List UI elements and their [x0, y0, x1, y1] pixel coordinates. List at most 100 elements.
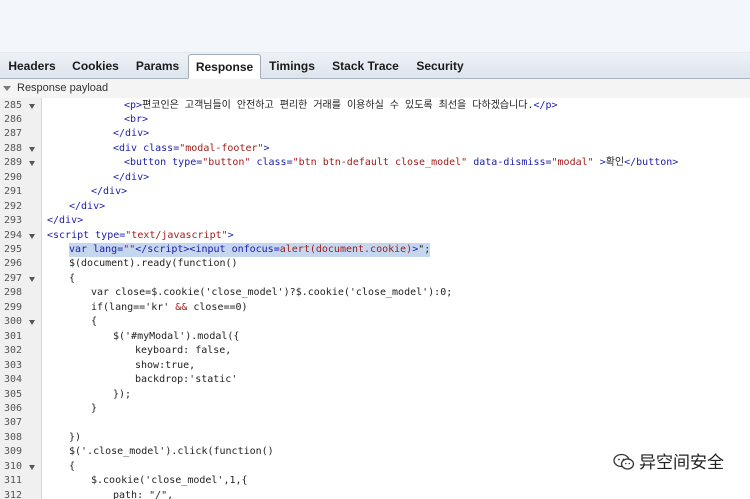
line-number: 306 [3, 402, 22, 414]
code-text: $.cookie('close_model',1,{ [91, 475, 248, 487]
code-line: 307 [0, 416, 750, 431]
code-text: var lang=""</script><input onfocus=alert… [69, 243, 431, 257]
code-line: 295 var lang=""</script><input onfocus=al… [0, 243, 750, 258]
code-line: 286 <br> [0, 113, 750, 128]
response-payload-header[interactable]: Response payload [0, 79, 750, 99]
code-line: 299 if(lang=='kr' && close==0) [0, 301, 750, 316]
code-line: 312 path: "/", [0, 489, 750, 499]
code-line: 311 $.cookie('close_model',1,{ [0, 474, 750, 489]
code-line: 304 backdrop:'static' [0, 373, 750, 388]
code-text: <br> [124, 113, 149, 125]
code-text: if(lang=='kr' && close==0) [91, 301, 248, 313]
line-number: 289 [3, 157, 22, 169]
code-text: $('.close_model').click(function() [69, 446, 274, 458]
line-number: 300 [3, 316, 22, 328]
line-number: 310 [3, 460, 22, 472]
code-line: 290 </div> [0, 171, 750, 186]
code-text: <script type="text/javascript"> [47, 229, 234, 241]
line-number: 311 [3, 475, 22, 487]
fold-toggle-icon[interactable] [29, 320, 35, 326]
code-line: 291 </div> [0, 185, 750, 200]
code-text: { [91, 316, 98, 328]
tab-security[interactable]: Security [408, 53, 472, 78]
fold-toggle-icon[interactable] [29, 103, 35, 109]
line-number: 296 [3, 258, 22, 270]
line-number: 299 [3, 301, 22, 313]
line-number: 295 [3, 244, 22, 255]
code-line: 298 var close=$.cookie('close_model')?$.c… [0, 286, 750, 301]
code-line: 288 <div class="modal-footer"> [0, 142, 750, 157]
response-payload-label: Response payload [17, 82, 109, 94]
tab-headers[interactable]: Headers [0, 53, 64, 78]
line-number: 305 [3, 388, 22, 400]
code-text: var close=$.cookie('close_model')?$.cook… [91, 287, 453, 299]
code-text: $('#myModal').modal({ [113, 330, 240, 342]
code-text: </div> [113, 128, 150, 140]
code-text: </div> [47, 215, 84, 227]
collapse-arrow-icon[interactable] [3, 86, 11, 91]
code-text: keyboard: false, [135, 345, 232, 357]
code-text: </div> [113, 171, 150, 183]
code-text: <button type="button" class="btn btn-def… [124, 157, 679, 169]
tab-response[interactable]: Response [188, 54, 261, 79]
code-text: </div> [91, 186, 128, 198]
code-line: 296 $(document).ready(function() [0, 257, 750, 272]
watermark: 异空间安全 [609, 446, 728, 475]
code-line: 305}); [0, 388, 750, 403]
devtools-tabbar: Headers Cookies Params Response Timings … [0, 53, 750, 79]
code-line: 293 </div> [0, 214, 750, 229]
tab-stack-trace[interactable]: Stack Trace [323, 53, 408, 78]
code-text: { [69, 272, 76, 284]
code-line: 292 </div> [0, 200, 750, 215]
line-number: 294 [3, 229, 22, 241]
code-text: { [69, 460, 76, 472]
line-number: 292 [3, 200, 22, 212]
line-number: 307 [3, 417, 22, 429]
code-line: 287 </div> [0, 127, 750, 142]
fold-toggle-icon[interactable] [29, 233, 35, 239]
line-number: 293 [3, 215, 22, 227]
code-line: 297 { [0, 272, 750, 287]
line-number: 309 [3, 446, 22, 458]
line-number: 298 [3, 287, 22, 299]
fold-toggle-icon[interactable] [29, 276, 35, 282]
code-text: path: "/", [113, 489, 174, 499]
line-number: 287 [3, 128, 22, 140]
response-code-view[interactable]: 285 <p>편코인은 고객님들이 안전하고 편리한 거래를 이용하실 수 있도록… [0, 98, 750, 499]
code-line: 302 keyboard: false, [0, 344, 750, 359]
fold-toggle-icon[interactable] [29, 161, 35, 167]
line-number: 288 [3, 142, 22, 154]
line-number: 297 [3, 272, 22, 284]
code-text: </div> [69, 200, 106, 212]
line-number: 312 [3, 489, 22, 499]
code-line: 308}) [0, 431, 750, 446]
tab-cookies[interactable]: Cookies [64, 53, 127, 78]
code-text: }) [69, 431, 82, 443]
line-number: 301 [3, 330, 22, 342]
tab-timings[interactable]: Timings [261, 53, 323, 78]
line-number: 290 [3, 171, 22, 183]
code-line: 300 { [0, 315, 750, 330]
code-line: 285 <p>편코인은 고객님들이 안전하고 편리한 거래를 이용하실 수 있도록… [0, 99, 750, 114]
code-line: 289 <button type="button" class="btn btn-… [0, 156, 750, 171]
fold-toggle-icon[interactable] [29, 464, 35, 470]
code-text: $(document).ready(function() [69, 258, 238, 270]
browser-top-area [0, 0, 750, 53]
code-line: 306} [0, 402, 750, 417]
wechat-icon [613, 453, 635, 470]
line-number: 302 [3, 345, 22, 357]
code-line: 301 $('#myModal').modal({ [0, 330, 750, 345]
line-number: 308 [3, 431, 22, 443]
tab-params[interactable]: Params [127, 53, 188, 78]
fold-toggle-icon[interactable] [29, 146, 35, 152]
line-number: 303 [3, 359, 22, 371]
code-line: 294 <script type="text/javascript"> [0, 229, 750, 244]
line-number: 304 [3, 374, 22, 386]
code-text: <p>편코인은 고객님들이 안전하고 편리한 거래를 이용하실 수 있도록 최선… [124, 99, 558, 111]
line-number: 286 [3, 113, 22, 125]
code-text: } [91, 402, 98, 414]
line-number: 285 [3, 99, 22, 111]
code-text: }); [113, 388, 132, 400]
code-text: backdrop:'static' [135, 374, 238, 386]
watermark-text: 异空间安全 [639, 453, 724, 473]
